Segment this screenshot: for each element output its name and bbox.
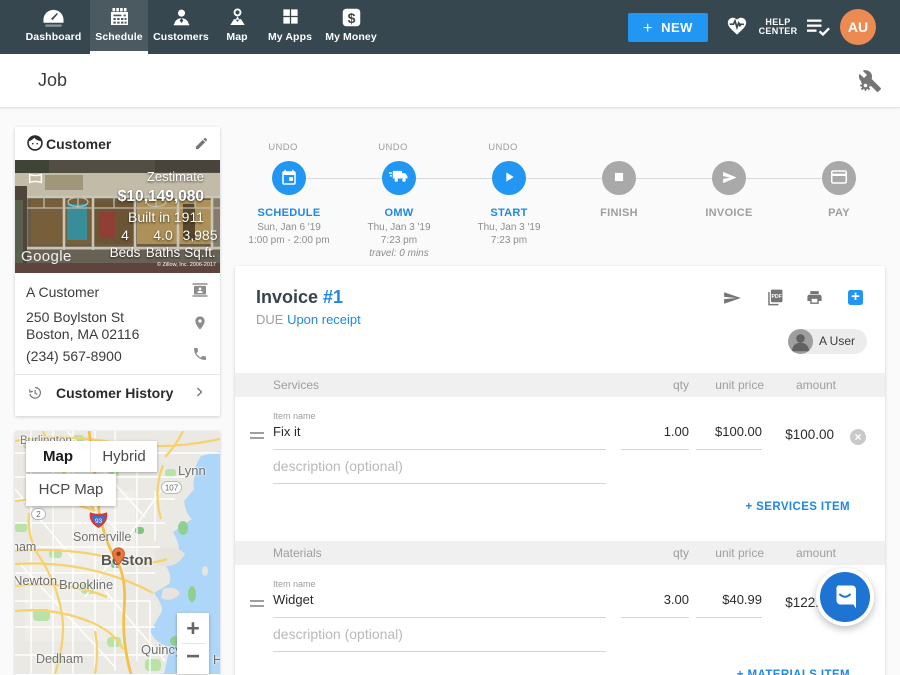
svg-text:93: 93 [95, 518, 103, 525]
svg-text:2: 2 [36, 510, 41, 519]
svg-text:PDF: PDF [772, 294, 782, 300]
svg-text:107: 107 [165, 484, 179, 493]
svg-text:$: $ [347, 10, 355, 26]
